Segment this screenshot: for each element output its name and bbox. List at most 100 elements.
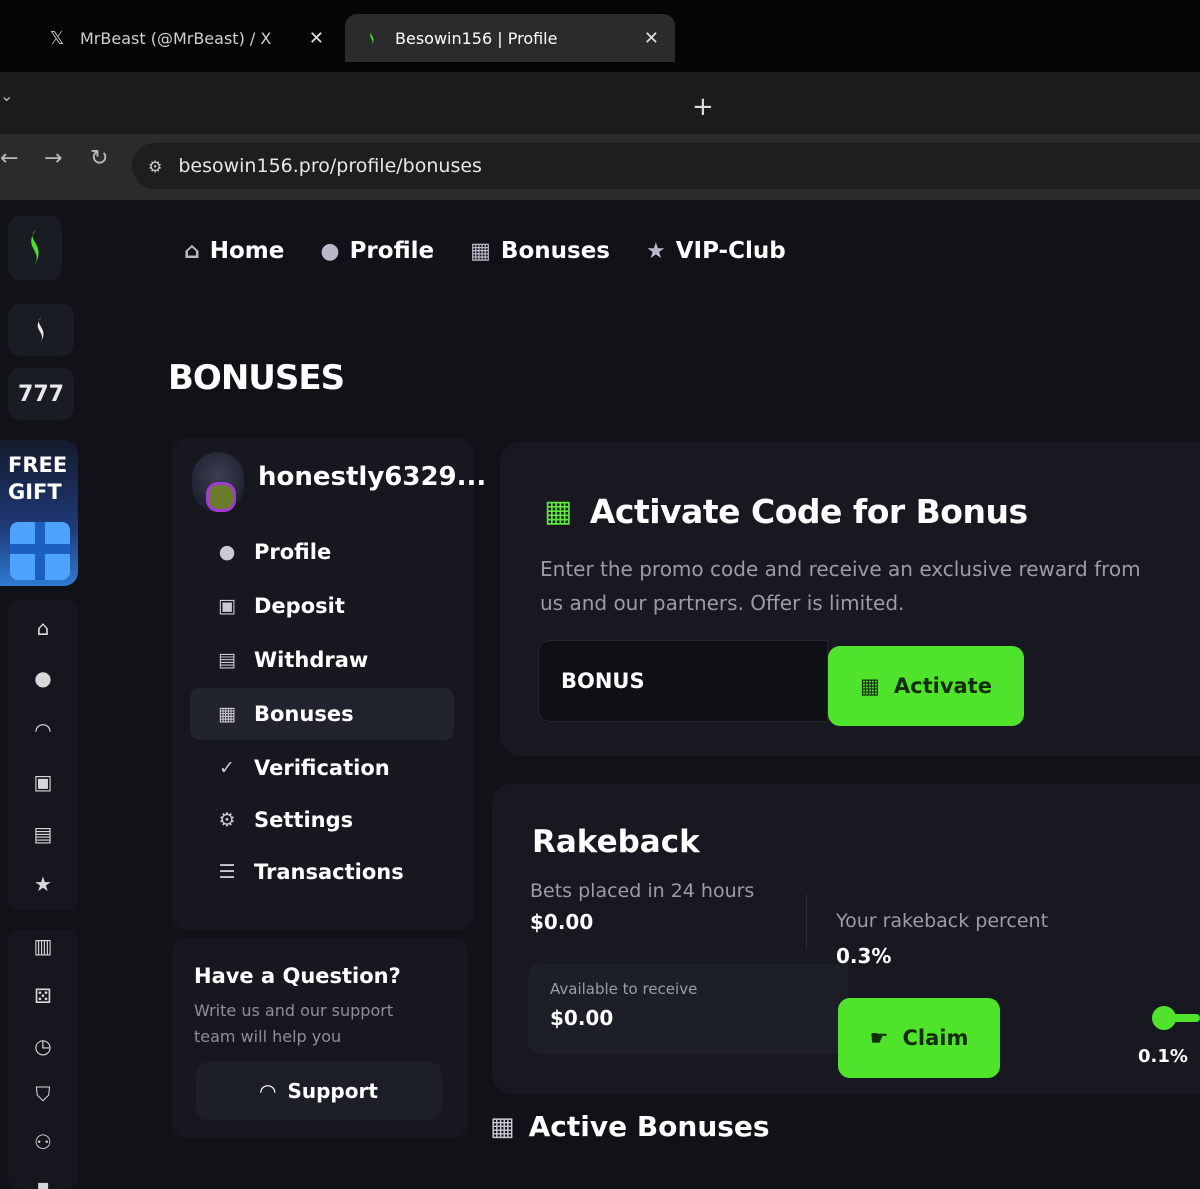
home-icon: ⌂ — [184, 238, 200, 264]
headset-icon[interactable]: ◠ — [8, 718, 78, 742]
menu-item-settings[interactable]: ⚙ Settings — [190, 794, 454, 846]
divider — [806, 894, 807, 950]
nav-profile[interactable]: ● Profile — [320, 238, 434, 264]
rakeback-percent-label: Your rakeback percent — [836, 910, 1049, 932]
user-icon: ● — [320, 238, 340, 264]
url-text: besowin156.pro/profile/bonuses — [178, 155, 482, 177]
available-label: Available to receive — [550, 980, 698, 998]
menu-item-withdraw[interactable]: ▤ Withdraw — [190, 634, 454, 686]
besowin-logo-icon — [361, 27, 383, 49]
reload-icon[interactable]: ↻ — [90, 146, 108, 171]
menu-label: Profile — [254, 540, 332, 564]
activate-title: ▦ Activate Code for Bonus — [544, 492, 1028, 531]
available-value: $0.00 — [550, 1006, 614, 1030]
promo-code-input[interactable]: BONUS — [538, 640, 828, 722]
site-settings-icon[interactable]: ⚙ — [148, 157, 162, 176]
support-button[interactable]: ◠ Support — [196, 1062, 442, 1120]
menu-label: Deposit — [254, 594, 345, 618]
timer-icon[interactable]: ◷ — [8, 1034, 78, 1058]
activate-label: Activate — [893, 674, 992, 698]
star-icon: ★ — [645, 238, 666, 264]
free-gift-label: FREE GIFT — [8, 453, 68, 504]
menu-item-profile[interactable]: ● Profile — [190, 526, 454, 578]
avatar[interactable] — [192, 452, 244, 512]
nav-home[interactable]: ⌂ Home — [184, 238, 284, 264]
activate-button[interactable]: ▦ Activate — [828, 646, 1024, 726]
nav-label: Bonuses — [500, 238, 610, 264]
nav-label: Home — [209, 238, 285, 264]
activate-description: Enter the promo code and receive an excl… — [540, 557, 1141, 615]
sports-icon[interactable] — [8, 304, 74, 356]
app-viewport: 777 FREE GIFT ⌂ ● ◠ ▣ ▤ ★ ▥ ⚄ ◷ ⛉ ⚇ ▪ ⌂ … — [0, 200, 1200, 1189]
rakeback-card: Rakeback Bets placed in 24 hours $0.00 Y… — [492, 784, 1200, 1094]
gift-box-icon — [10, 522, 70, 580]
new-tab-button[interactable]: + — [692, 92, 714, 122]
rakeback-level-knob — [1152, 1006, 1176, 1030]
top-navigation: ⌂ Home ● Profile ▦ Bonuses ★ VIP-Club — [184, 238, 786, 264]
forward-icon[interactable]: → — [44, 146, 62, 171]
home-icon[interactable]: ⌂ — [8, 616, 78, 640]
claim-label: Claim — [902, 1026, 969, 1050]
menu-item-bonuses[interactable]: ▦ Bonuses — [190, 688, 454, 740]
gift-icon: ▦ — [218, 703, 236, 725]
check-badge-icon: ✓ — [219, 757, 235, 779]
omnibox[interactable]: ⚙ besowin156.pro/profile/bonuses — [132, 143, 1200, 189]
nav-vip-club[interactable]: ★ VIP-Club — [646, 238, 786, 264]
username: honestly6329... — [258, 462, 487, 492]
menu-label: Transactions — [254, 860, 404, 884]
close-icon[interactable]: ✕ — [644, 28, 659, 49]
nav-label: VIP-Club — [675, 238, 786, 264]
active-bonuses-title: Active Bonuses — [528, 1110, 770, 1143]
user-icon[interactable]: ● — [8, 666, 78, 690]
headset-icon: ◠ — [260, 1079, 276, 1103]
help-title: Have a Question? — [194, 964, 401, 988]
menu-label: Withdraw — [254, 648, 369, 672]
activate-code-card: ▦ Activate Code for Bonus Enter the prom… — [500, 442, 1200, 756]
menu-item-deposit[interactable]: ▣ Deposit — [190, 580, 454, 632]
wallet-icon[interactable]: ▣ — [8, 770, 78, 794]
gear-icon: ⚙ — [218, 809, 236, 831]
lock-icon[interactable]: ▪ — [8, 1174, 78, 1189]
back-icon[interactable]: ← — [0, 146, 18, 171]
book-icon[interactable]: ▥ — [8, 934, 78, 958]
rail-nav-group: ⌂ ● ◠ ▣ ▤ ★ — [8, 600, 78, 910]
page-title: BONUSES — [168, 358, 345, 398]
gift-icon: ▦ — [490, 1111, 515, 1142]
rakeback-level-label: 0.1% — [1138, 1046, 1188, 1067]
menu-label: Bonuses — [254, 702, 354, 726]
close-icon[interactable]: ✕ — [309, 28, 324, 49]
active-bonuses-heading: ▦ Active Bonuses — [490, 1110, 770, 1143]
help-text: Write us and our support team will help … — [194, 1001, 394, 1046]
wallet-out-icon: ▤ — [218, 649, 236, 671]
bets-label: Bets placed in 24 hours — [530, 880, 755, 902]
star-icon[interactable]: ★ — [8, 872, 78, 896]
tab-search-chevron-icon[interactable]: ⌄ — [0, 86, 13, 105]
gift-icon: ▦ — [470, 238, 491, 264]
claim-button[interactable]: ☛ Claim — [838, 998, 1000, 1078]
wallet-out-icon[interactable]: ▤ — [8, 822, 78, 846]
slots-icon[interactable]: 777 — [8, 368, 74, 420]
browser-tab-mrbeast[interactable]: 𝕏 MrBeast (@MrBeast) / X ✕ — [30, 14, 340, 62]
rakeback-title: Rakeback — [532, 824, 700, 860]
rail-games-group: ▥ ⚄ ◷ ⛉ ⚇ ▪ — [8, 930, 78, 1189]
activate-title-text: Activate Code for Bonus — [589, 492, 1028, 531]
available-box: Available to receive $0.00 — [528, 964, 848, 1054]
browser-tab-besowin[interactable]: Besowin156 | Profile ✕ — [345, 14, 675, 62]
gift-icon: ▦ — [544, 494, 572, 529]
menu-label: Settings — [254, 808, 354, 832]
menu-item-verification[interactable]: ✓ Verification — [190, 742, 454, 794]
site-logo[interactable] — [8, 216, 62, 280]
nav-bonuses[interactable]: ▦ Bonuses — [470, 238, 610, 264]
x-logo-icon: 𝕏 — [49, 27, 65, 49]
bets-value: $0.00 — [530, 910, 594, 934]
left-rail: 777 FREE GIFT ⌂ ● ◠ ▣ ▤ ★ ▥ ⚄ ◷ ⛉ ⚇ ▪ — [0, 200, 82, 1189]
help-card: Have a Question? Write us and our suppor… — [172, 938, 468, 1138]
free-gift-banner[interactable]: FREE GIFT — [0, 440, 78, 586]
list-icon: ☰ — [218, 861, 236, 883]
users-icon[interactable]: ⚇ — [8, 1130, 78, 1154]
tab-title: Besowin156 | Profile — [395, 28, 558, 48]
menu-item-transactions[interactable]: ☰ Transactions — [190, 846, 454, 898]
user-icon: ● — [218, 541, 236, 563]
shield-icon[interactable]: ⛉ — [8, 1082, 78, 1106]
dice-icon[interactable]: ⚄ — [8, 984, 78, 1008]
